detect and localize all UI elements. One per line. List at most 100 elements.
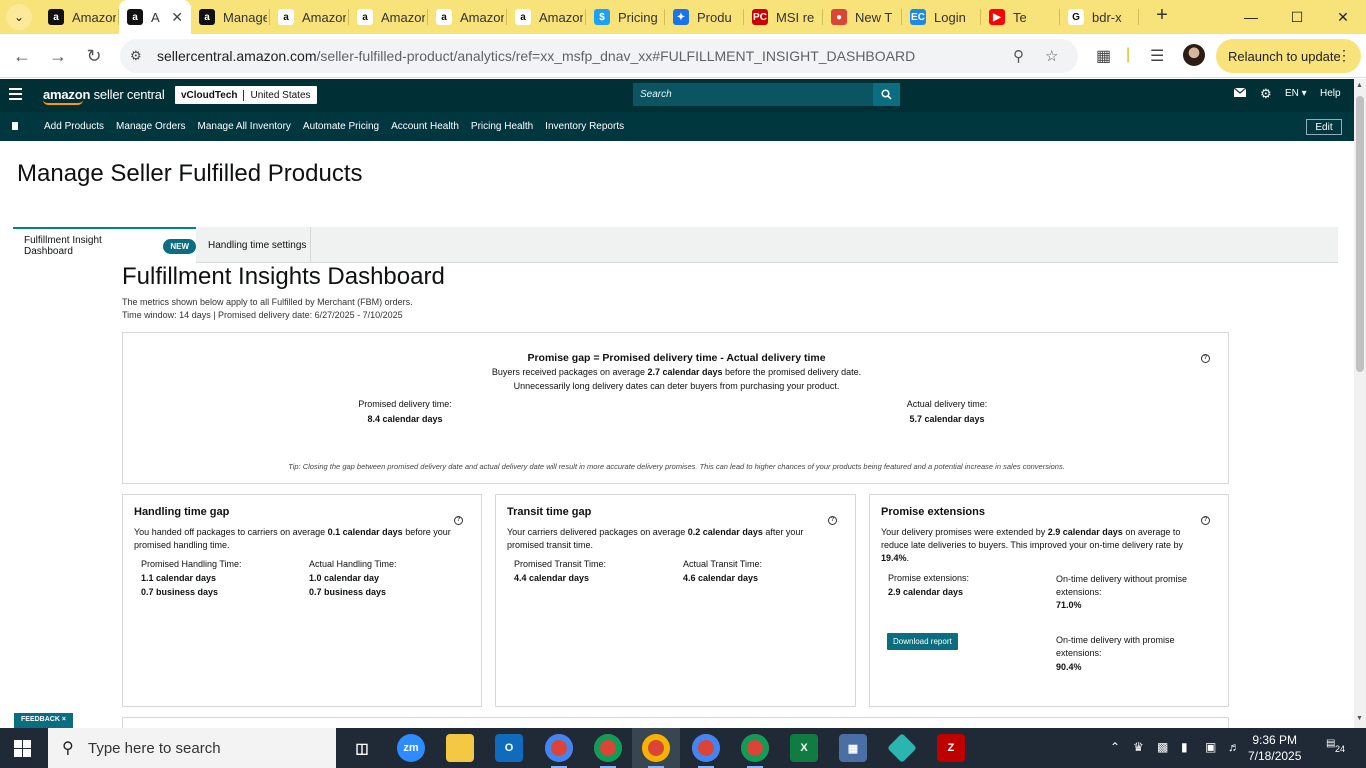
promised-handling-business: 0.7 business days xyxy=(141,587,219,597)
chrome-icon[interactable] xyxy=(545,734,573,768)
diamond-app-icon[interactable] xyxy=(887,733,917,763)
notification-center-icon[interactable]: ▤ 24 xyxy=(1326,738,1348,756)
browser-tab[interactable]: $ Pricing xyxy=(586,0,665,34)
close-tab-icon[interactable]: ✕ xyxy=(171,9,183,26)
excel-icon[interactable]: X xyxy=(790,734,818,762)
help-icon[interactable]: ? xyxy=(1201,354,1210,363)
chrome-icon[interactable] xyxy=(594,734,622,768)
browser-tab[interactable]: ▶ Te xyxy=(981,0,1060,34)
more-menu-icon[interactable]: ⋮ xyxy=(1337,47,1351,64)
mail-icon[interactable] xyxy=(1233,87,1247,100)
help-icon[interactable]: ? xyxy=(1201,516,1210,525)
show-hidden-icons[interactable]: ⌃ xyxy=(1110,740,1120,754)
ontime-with-value: 90.4% xyxy=(1056,662,1082,672)
browser-toolbar: ← → ↻ ⚙ sellercentral.amazon.com/seller-… xyxy=(0,34,1366,78)
nav-link-account-health[interactable]: Account Health xyxy=(391,121,459,132)
promise-ext-title: Promise extensions xyxy=(881,506,985,518)
file-explorer-icon[interactable] xyxy=(446,734,474,762)
forward-button[interactable]: → xyxy=(44,42,72,70)
search-icon xyxy=(881,89,892,100)
outlook-icon[interactable]: O xyxy=(495,734,523,762)
scroll-up-icon[interactable]: ▲ xyxy=(1356,82,1363,89)
transit-gap-description: Your carriers delivered packages on aver… xyxy=(507,527,804,550)
volume-icon[interactable]: ♬ xyxy=(1228,740,1240,754)
tab-fulfillment-insight-dashboard[interactable]: Fulfillment Insight Dashboard NEW xyxy=(13,227,196,263)
help-icon[interactable]: ? xyxy=(828,516,837,525)
page-title: Manage Seller Fulfilled Products xyxy=(17,160,363,187)
back-button[interactable]: ← xyxy=(8,42,36,70)
maximize-button[interactable]: ☐ xyxy=(1274,0,1320,34)
browser-tab[interactable]: ● New T xyxy=(823,0,902,34)
language-selector[interactable]: EN ▾ xyxy=(1285,88,1307,99)
site-info-icon[interactable]: ⚙ xyxy=(130,48,142,64)
nav-link-pricing-health[interactable]: Pricing Health xyxy=(471,121,533,132)
ontime-with-label: On-time delivery with promise extensions… xyxy=(1056,635,1175,658)
url-text[interactable]: sellercentral.amazon.com/seller-fulfille… xyxy=(157,48,915,64)
nav-link-manage-all-inventory[interactable]: Manage All Inventory xyxy=(198,121,291,132)
browser-tab-strip: ⌄ a Amazon a A ✕ a Manage a Amazon a Amazon a Amazon… xyxy=(0,0,1366,34)
download-report-button[interactable]: Download report xyxy=(887,633,958,650)
browser-tab[interactable]: EC Login xyxy=(902,0,981,34)
hamburger-menu-icon[interactable] xyxy=(9,88,22,100)
help-link[interactable]: Help xyxy=(1320,88,1341,99)
help-icon[interactable]: ? xyxy=(454,516,463,525)
chrome-icon[interactable] xyxy=(692,734,720,768)
close-window-button[interactable]: ✕ xyxy=(1320,0,1366,34)
nav-link-add-products[interactable]: Add Products xyxy=(44,121,104,132)
tray-app-icon[interactable]: ♛ xyxy=(1133,740,1144,754)
chrome-icon[interactable] xyxy=(642,734,670,768)
nav-link-manage-orders[interactable]: Manage Orders xyxy=(116,121,185,132)
bookmark-icon[interactable] xyxy=(12,122,18,130)
taskbar-clock[interactable]: 9:36 PM 7/18/2025 xyxy=(1248,732,1301,764)
calculator-icon[interactable]: ▦ xyxy=(839,734,867,762)
edit-nav-button[interactable]: Edit xyxy=(1306,119,1342,135)
tray-monitor-icon[interactable]: ▩ xyxy=(1157,740,1168,754)
minimize-button[interactable]: — xyxy=(1228,0,1274,34)
zoom-icon[interactable]: ⚲ xyxy=(1013,47,1024,65)
tab-title: Amazon xyxy=(302,9,346,25)
browser-tab[interactable]: a Amazon xyxy=(428,0,507,34)
scroll-down-icon[interactable]: ▼ xyxy=(1356,715,1363,722)
nav-link-automate-pricing[interactable]: Automate Pricing xyxy=(303,121,379,132)
address-bar[interactable]: ⚙ sellercentral.amazon.com/seller-fulfil… xyxy=(120,39,1078,73)
windows-start-icon[interactable] xyxy=(14,740,31,757)
browser-tab[interactable]: a Amazon xyxy=(40,0,119,34)
browser-tab[interactable]: Gbdr-x xyxy=(1060,0,1139,34)
new-tab-button[interactable]: + xyxy=(1150,3,1174,27)
bookmark-star-icon[interactable]: ☆ xyxy=(1045,47,1058,65)
profile-avatar[interactable] xyxy=(1183,44,1205,66)
browser-tab[interactable]: a Manage xyxy=(191,0,270,34)
taskbar-search-input[interactable]: ⚲ Type here to search xyxy=(48,728,336,768)
relaunch-button[interactable]: Relaunch to update ⋮ xyxy=(1216,39,1361,73)
tab-search-button[interactable]: ⌄ xyxy=(6,4,32,30)
network-icon[interactable]: ▣ xyxy=(1205,740,1216,754)
extensions-icon[interactable]: ▦ xyxy=(1096,46,1111,66)
page-scrollbar[interactable]: ▲ ▼ xyxy=(1354,79,1366,728)
task-view-icon[interactable]: ◫ xyxy=(348,734,376,762)
media-controls-icon[interactable]: ☰ xyxy=(1150,46,1164,66)
tab-handling-time-settings[interactable]: Handling time settings xyxy=(196,227,311,263)
nav-link-inventory-reports[interactable]: Inventory Reports xyxy=(545,121,624,132)
scrollbar-thumb[interactable] xyxy=(1356,96,1364,372)
filezilla-icon[interactable]: Z xyxy=(937,734,965,762)
browser-tab[interactable]: ✦ Produ xyxy=(665,0,744,34)
chrome-icon[interactable] xyxy=(741,734,769,768)
seller-central-logo[interactable]: amazon seller central xyxy=(43,87,165,105)
browser-tab[interactable]: a Amazon xyxy=(507,0,586,34)
browser-tab[interactable]: PC MSI re xyxy=(744,0,823,34)
browser-tab[interactable]: a Amazon xyxy=(349,0,428,34)
zoom-app-icon[interactable]: zm xyxy=(397,734,425,762)
promise-ext-description: Your delivery promises were extended by … xyxy=(881,527,1183,563)
feedback-button[interactable]: FEEDBACK × xyxy=(14,713,73,728)
browser-tab[interactable]: a Amazon xyxy=(270,0,349,34)
browser-tab[interactable]: a A ✕ xyxy=(119,0,191,34)
reload-button[interactable]: ↻ xyxy=(80,42,108,70)
search-input[interactable]: Search xyxy=(633,83,873,106)
battery-icon[interactable]: ▮ xyxy=(1181,740,1188,754)
account-switcher[interactable]: vCloudTech United States xyxy=(175,86,317,104)
promise-ext-value: 2.9 calendar days xyxy=(888,587,964,597)
google-icon: G xyxy=(1068,9,1084,25)
settings-gear-icon[interactable]: ⚙ xyxy=(1260,86,1272,102)
search-button[interactable] xyxy=(873,83,900,106)
account-name: vCloudTech xyxy=(181,89,238,101)
